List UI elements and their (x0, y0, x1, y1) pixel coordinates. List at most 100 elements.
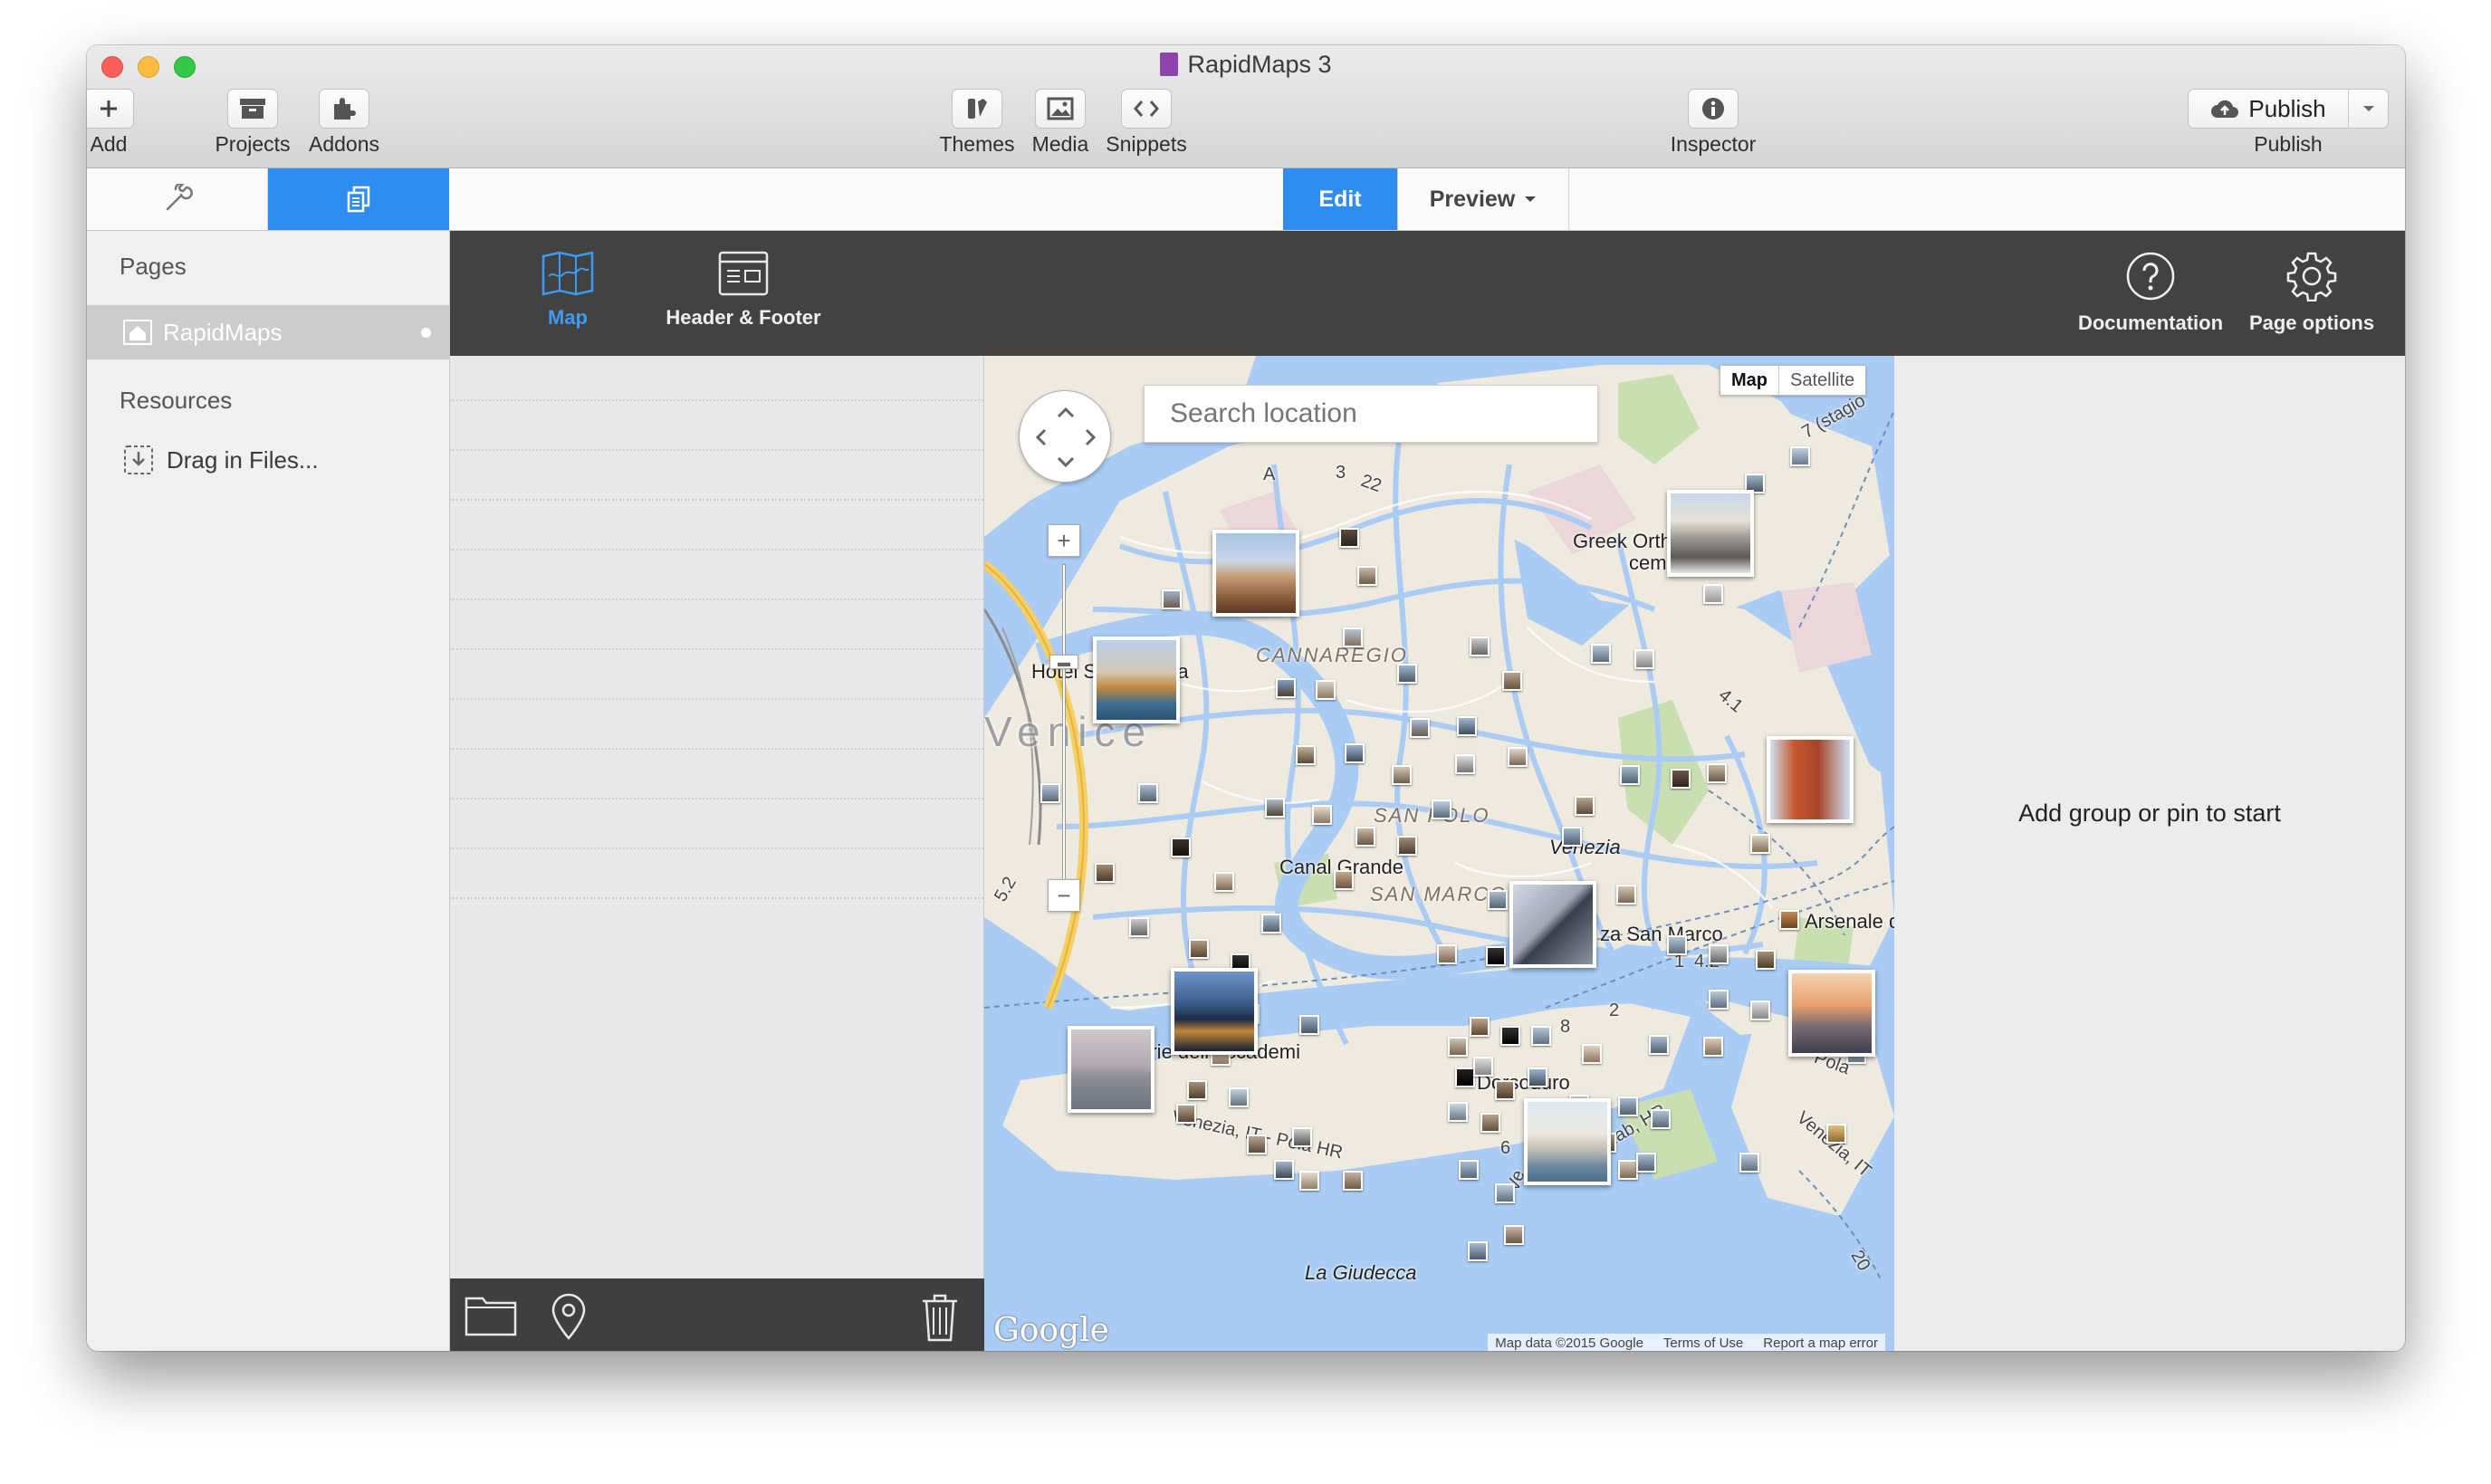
photo-pin[interactable] (1620, 765, 1640, 785)
photo-pin[interactable] (1299, 1171, 1319, 1191)
publish-button[interactable]: Publish (2189, 90, 2348, 128)
zoom-slider-track[interactable] (1062, 564, 1066, 899)
photo-pin[interactable] (1582, 1044, 1602, 1064)
photo-pin[interactable] (1138, 783, 1158, 803)
photo-pin[interactable] (1276, 678, 1296, 698)
photo-pin[interactable] (1709, 944, 1729, 964)
delete-button[interactable] (921, 1293, 959, 1346)
photo-pin[interactable] (1480, 1113, 1500, 1133)
photo-pin[interactable] (1488, 890, 1508, 910)
snippets-button[interactable] (1121, 89, 1172, 129)
list-item[interactable] (450, 600, 983, 650)
photo-pin[interactable] (1502, 671, 1522, 691)
publish-options-button[interactable] (2348, 90, 2388, 128)
zoom-out-button[interactable]: − (1048, 879, 1080, 912)
photo-pin-large[interactable] (1093, 637, 1180, 723)
photo-pin-large[interactable] (1667, 490, 1754, 577)
photo-pin[interactable] (1826, 1124, 1846, 1144)
tab-settings[interactable] (87, 168, 268, 230)
photo-pin[interactable] (1575, 796, 1595, 816)
photo-pin[interactable] (1171, 838, 1191, 857)
tab-pages[interactable] (268, 168, 449, 230)
photo-pin[interactable] (1671, 769, 1691, 789)
list-item[interactable] (450, 849, 983, 899)
photo-pin[interactable] (1455, 1068, 1475, 1087)
photo-pin[interactable] (1345, 743, 1365, 763)
photo-pin[interactable] (1455, 754, 1475, 774)
list-item[interactable] (450, 501, 983, 551)
inspector-toolbar-item[interactable]: Inspector (1659, 89, 1768, 157)
photo-pin[interactable] (1312, 805, 1332, 825)
photo-pin[interactable] (1531, 1026, 1551, 1046)
list-item[interactable] (450, 799, 983, 849)
list-item[interactable] (450, 750, 983, 799)
photo-pin[interactable] (1437, 944, 1457, 964)
photo-pin-large[interactable] (1524, 1098, 1611, 1185)
photo-pin[interactable] (1739, 1153, 1759, 1173)
photo-pin[interactable] (1392, 765, 1412, 785)
photo-pin[interactable] (1229, 1087, 1249, 1107)
photo-pin[interactable] (1448, 1102, 1468, 1122)
zoom-in-button[interactable]: + (1048, 524, 1080, 557)
photo-pin[interactable] (1528, 1068, 1547, 1087)
media-button[interactable] (1035, 89, 1086, 129)
photo-pin-large[interactable] (1068, 1026, 1154, 1113)
photo-pin[interactable] (1636, 1153, 1656, 1173)
photo-pin[interactable] (1709, 990, 1729, 1010)
photo-pin[interactable] (1265, 798, 1285, 818)
photo-pin[interactable] (1432, 799, 1451, 819)
tab-map[interactable]: Map (513, 251, 622, 330)
snippets-toolbar-item[interactable]: Snippets (1092, 89, 1201, 157)
photo-pin[interactable] (1495, 1183, 1515, 1203)
photo-pin[interactable] (1651, 1109, 1671, 1129)
edit-mode-button[interactable]: Edit (1283, 168, 1397, 230)
photo-pin[interactable] (1339, 528, 1359, 548)
addons-toolbar-item[interactable]: Addons (290, 89, 398, 157)
terms-of-use-link[interactable]: Terms of Use (1663, 1336, 1743, 1351)
sidebar-item-rapidmaps[interactable]: RapidMaps (87, 305, 449, 359)
photo-pin[interactable] (1162, 589, 1182, 609)
photo-pin[interactable] (1756, 950, 1776, 970)
photo-pin[interactable] (1779, 910, 1799, 930)
photo-pin-large[interactable] (1788, 970, 1875, 1057)
map-type-map-button[interactable]: Map (1720, 366, 1778, 395)
photo-pin[interactable] (1618, 1096, 1638, 1116)
photo-pin[interactable] (1247, 1135, 1267, 1154)
tab-header-footer[interactable]: Header & Footer (662, 251, 825, 330)
inspector-button[interactable] (1688, 89, 1739, 129)
photo-pin[interactable] (1397, 664, 1417, 684)
photo-pin[interactable] (1299, 1015, 1319, 1035)
list-item[interactable] (450, 650, 983, 700)
photo-pin[interactable] (1459, 1160, 1479, 1180)
pan-control[interactable] (1019, 390, 1111, 483)
photo-pin[interactable] (1448, 1037, 1468, 1057)
add-pin-button[interactable] (550, 1293, 588, 1345)
photo-pin[interactable] (1214, 872, 1234, 892)
photo-pin[interactable] (1562, 827, 1582, 847)
photo-pin[interactable] (1486, 946, 1506, 966)
page-options-button[interactable]: Page options (2230, 251, 2393, 335)
photo-pin[interactable] (1356, 827, 1375, 847)
drag-in-files-item[interactable]: Drag in Files... (123, 445, 319, 475)
photo-pin[interactable] (1750, 834, 1770, 854)
documentation-button[interactable]: Documentation (2069, 251, 2232, 335)
photo-pin[interactable] (1129, 917, 1149, 937)
projects-button[interactable] (227, 89, 278, 129)
photo-pin[interactable] (1616, 885, 1636, 905)
photo-pin[interactable] (1618, 1160, 1638, 1180)
photo-pin[interactable] (1649, 1035, 1669, 1055)
photo-pin[interactable] (1410, 718, 1430, 738)
map-type-satellite-button[interactable]: Satellite (1778, 366, 1866, 395)
zoom-slider-handle[interactable]: ▬ (1049, 655, 1078, 669)
photo-pin-large[interactable] (1171, 968, 1258, 1055)
list-item[interactable] (450, 401, 983, 451)
photo-pin[interactable] (1261, 914, 1281, 933)
photo-pin[interactable] (1343, 1171, 1363, 1191)
photo-pin[interactable] (1040, 783, 1060, 803)
photo-pin[interactable] (1334, 870, 1354, 890)
photo-pin[interactable] (1473, 1057, 1493, 1077)
photo-pin[interactable] (1707, 763, 1727, 783)
photo-pin[interactable] (1591, 644, 1611, 664)
photo-pin-large[interactable] (1509, 881, 1596, 968)
photo-pin[interactable] (1292, 1127, 1312, 1147)
